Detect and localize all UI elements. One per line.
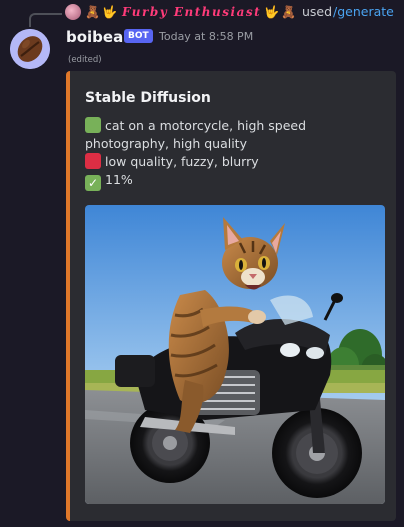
embed-card: Stable Diffusion cat on a motorcycle, hi… [66, 71, 396, 521]
message-timestamp[interactable]: Today at 8:58 PM [159, 29, 253, 45]
rock-hand-icon: 🤟 [102, 5, 117, 19]
negative-prompt-line: low quality, fuzzy, blurry [85, 153, 385, 171]
embed-title: Stable Diffusion [85, 90, 211, 106]
edited-label: (edited) [68, 55, 102, 65]
coffee-bean-icon [10, 29, 50, 69]
author-avatar[interactable] [10, 29, 50, 69]
red-square-icon [85, 153, 101, 169]
progress-line: ✓ 11% [85, 171, 385, 191]
green-square-icon [85, 117, 101, 133]
reply-user-avatar[interactable] [65, 4, 81, 20]
bot-badge: BOT [124, 29, 153, 43]
reply-used-label: used [302, 4, 333, 19]
reply-user-name[interactable]: Furby Enthusiast [122, 3, 261, 21]
prompt-line: cat on a motorcycle, high speed photogra… [85, 117, 385, 153]
reply-connector-line [29, 13, 62, 27]
prompt-text: cat on a motorcycle, high speed photogra… [85, 118, 307, 151]
reply-reference[interactable]: 🧸 🤟 Furby Enthusiast 🤟 🧸 used /generate [0, 0, 404, 27]
rock-hand-icon: 🤟 [264, 5, 279, 19]
check-mark-icon: ✓ [85, 175, 101, 191]
embed-description: cat on a motorcycle, high speed photogra… [85, 117, 385, 191]
teddy-bear-icon: 🧸 [85, 5, 100, 19]
generated-image[interactable] [85, 205, 385, 504]
cat-on-motorcycle-image [85, 205, 385, 504]
progress-text: 11% [105, 172, 133, 187]
negative-prompt-text: low quality, fuzzy, blurry [105, 154, 259, 169]
slash-command-link[interactable]: /generate [333, 4, 394, 20]
teddy-bear-icon: 🧸 [281, 5, 296, 19]
